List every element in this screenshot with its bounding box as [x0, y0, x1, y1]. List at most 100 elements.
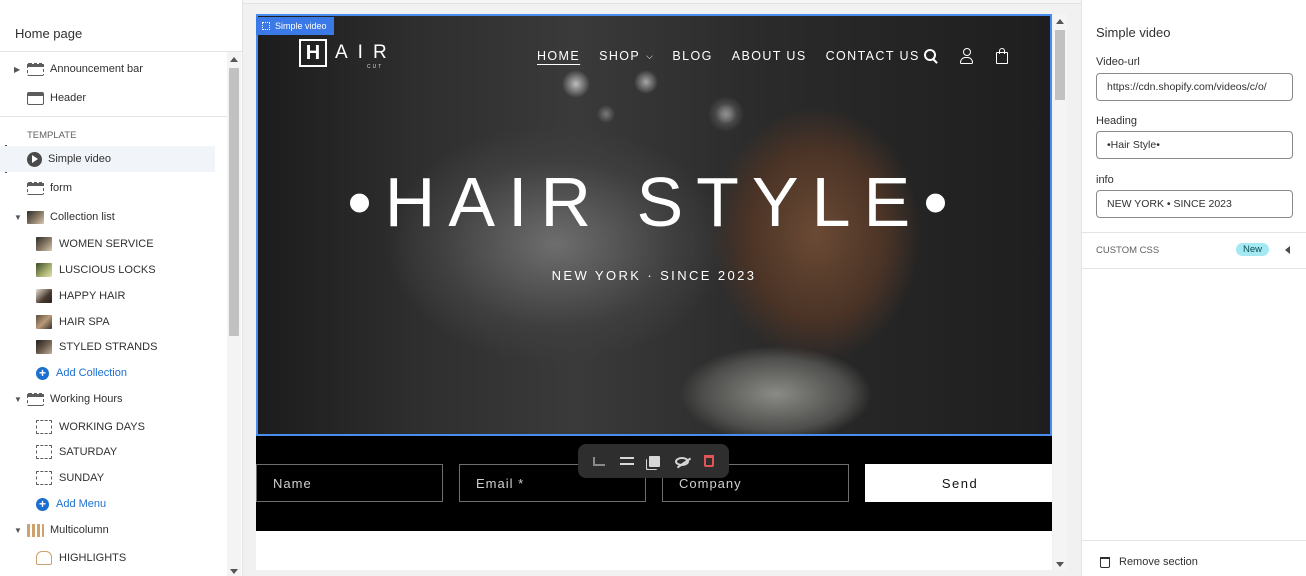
sections-sidebar: Home page ▶ Announcement bar Header TEMP…: [0, 0, 243, 576]
section-toolbar: [578, 444, 729, 478]
chevron-down-icon[interactable]: ⌵: [646, 51, 654, 62]
logo-letter: H: [299, 39, 327, 67]
sidebar-item-hair-spa[interactable]: HAIR SPA: [0, 309, 227, 335]
hero-heading: •HAIR STYLE•: [347, 163, 961, 241]
section-tag[interactable]: Simple video: [256, 17, 334, 35]
template-label: TEMPLATE: [27, 130, 77, 141]
sidebar-item-label: LUSCIOUS LOCKS: [59, 264, 156, 276]
scrollbar-thumb[interactable]: [229, 68, 239, 336]
scroll-up-icon[interactable]: [230, 57, 238, 62]
sidebar-item-label: Header: [50, 92, 87, 104]
remove-section-button[interactable]: Remove section: [1100, 556, 1198, 568]
collection-thumbnail: [36, 289, 52, 303]
section-icon: [27, 62, 44, 76]
sidebar-item-label: Simple video: [48, 153, 111, 165]
preview-area: H AIR CUT HOME SHOP ⌵ BLOG ABOUT US CONT…: [243, 0, 1081, 576]
sidebar-item-label: Announcement bar: [50, 63, 143, 75]
info-label: info: [1096, 174, 1114, 186]
section-icon: [27, 392, 44, 406]
plus-circle-icon: +: [36, 366, 49, 380]
sidebar-item-label: SATURDAY: [59, 446, 118, 458]
nav-blog[interactable]: BLOG: [672, 49, 712, 63]
nav-home[interactable]: HOME: [537, 49, 580, 63]
sidebar-item-label: form: [50, 182, 72, 194]
caret-down-icon[interactable]: ▼: [14, 213, 24, 222]
caret-down-icon[interactable]: ▼: [14, 395, 24, 404]
collection-thumbnail: [36, 315, 52, 329]
search-icon[interactable]: [924, 48, 938, 63]
reorder-icon[interactable]: [620, 457, 635, 465]
hide-icon[interactable]: [674, 456, 689, 466]
heading-input[interactable]: •Hair Style•: [1096, 131, 1293, 159]
sidebar-item-happy-hair[interactable]: HAPPY HAIR: [0, 283, 227, 309]
sections-list: ▶ Announcement bar Header TEMPLATE Simpl…: [0, 52, 227, 576]
store-logo[interactable]: H AIR CUT: [299, 39, 397, 70]
block-frame-icon: [36, 471, 52, 485]
sidebar-item-form[interactable]: form: [0, 175, 227, 201]
sidebar-item-label: SUNDAY: [59, 472, 105, 484]
sidebar-item-simple-video[interactable]: Simple video: [0, 146, 215, 172]
heading-label: Heading: [1096, 115, 1137, 127]
collection-thumbnail: [36, 237, 52, 251]
sidebar-item-working-days[interactable]: WORKING DAYS: [0, 414, 227, 440]
sidebar-item-styled-strands[interactable]: STYLED STRANDS: [0, 334, 227, 360]
add-menu-button[interactable]: + Add Menu: [0, 491, 227, 517]
custom-css-toggle[interactable]: CUSTOM CSS: [1096, 245, 1159, 256]
move-to-parent-icon[interactable]: [593, 456, 606, 466]
sidebar-item-label: STYLED STRANDS: [59, 341, 158, 353]
hero-video-section[interactable]: H AIR CUT HOME SHOP ⌵ BLOG ABOUT US CONT…: [256, 14, 1052, 436]
sidebar-item-label: Multicolumn: [50, 524, 109, 536]
trash-icon: [1100, 556, 1110, 568]
sidebar-item-label: Working Hours: [50, 393, 123, 405]
nav-shop[interactable]: SHOP: [599, 49, 640, 63]
video-url-input[interactable]: https://cdn.shopify.com/videos/c/o/: [1096, 73, 1293, 101]
divider: [0, 116, 227, 117]
duplicate-icon[interactable]: [648, 455, 660, 467]
main-nav: HOME SHOP ⌵ BLOG ABOUT US CONTACT US: [537, 49, 939, 63]
cart-icon[interactable]: [996, 48, 1008, 64]
sidebar-item-saturday[interactable]: SATURDAY: [0, 439, 227, 465]
remove-section-label: Remove section: [1119, 556, 1198, 568]
sidebar-item-sunday[interactable]: SUNDAY: [0, 465, 227, 491]
sidebar-item-label: WOMEN SERVICE: [59, 238, 154, 250]
play-icon: [27, 151, 42, 167]
sidebar-item-label: WORKING DAYS: [59, 421, 145, 433]
sidebar-title: Home page: [0, 0, 242, 52]
sidebar-item-luscious-locks[interactable]: LUSCIOUS LOCKS: [0, 257, 227, 283]
collection-thumbnail: [27, 210, 44, 224]
name-input[interactable]: Name: [256, 464, 443, 502]
header-icons: [924, 48, 1008, 64]
nav-contact-us[interactable]: CONTACT US: [826, 49, 920, 63]
logo-subtext: CUT: [367, 64, 384, 70]
video-url-label: Video-url: [1096, 56, 1140, 68]
sidebar-item-women-service[interactable]: WOMEN SERVICE: [0, 231, 227, 257]
scroll-up-icon[interactable]: [1056, 19, 1064, 24]
scroll-down-icon[interactable]: [230, 569, 238, 574]
section-icon: [27, 181, 44, 195]
collection-thumbnail: [36, 340, 52, 354]
sidebar-scrollbar[interactable]: [227, 52, 241, 576]
account-icon[interactable]: [960, 48, 974, 64]
scroll-down-icon[interactable]: [1056, 562, 1064, 567]
sidebar-item-highlights[interactable]: HIGHLIGHTS: [0, 545, 227, 571]
info-input[interactable]: NEW YORK • SINCE 2023: [1096, 190, 1293, 218]
sidebar-item-multicolumn[interactable]: ▼ Multicolumn: [0, 517, 227, 543]
send-button[interactable]: Send: [865, 464, 1052, 502]
multicolumn-icon: [27, 523, 44, 537]
sidebar-item-header[interactable]: Header: [0, 85, 227, 111]
delete-icon[interactable]: [703, 455, 714, 467]
caret-left-icon[interactable]: [1285, 246, 1290, 254]
preview-scrollbar[interactable]: [1053, 14, 1067, 570]
section-tag-label: Simple video: [275, 21, 327, 31]
sidebar-item-label: HAPPY HAIR: [59, 290, 126, 302]
nav-about-us[interactable]: ABOUT US: [732, 49, 807, 63]
sidebar-item-working-hours[interactable]: ▼ Working Hours: [0, 386, 227, 412]
divider: [1082, 232, 1306, 233]
caret-down-icon[interactable]: ▼: [14, 526, 24, 535]
sidebar-item-collection-list[interactable]: ▼ Collection list: [0, 204, 227, 230]
scrollbar-thumb[interactable]: [1055, 30, 1065, 100]
caret-right-icon[interactable]: ▶: [14, 65, 24, 74]
sidebar-item-announcement-bar[interactable]: ▶ Announcement bar: [0, 56, 227, 82]
add-collection-button[interactable]: + Add Collection: [0, 360, 227, 386]
divider: [1082, 268, 1306, 269]
